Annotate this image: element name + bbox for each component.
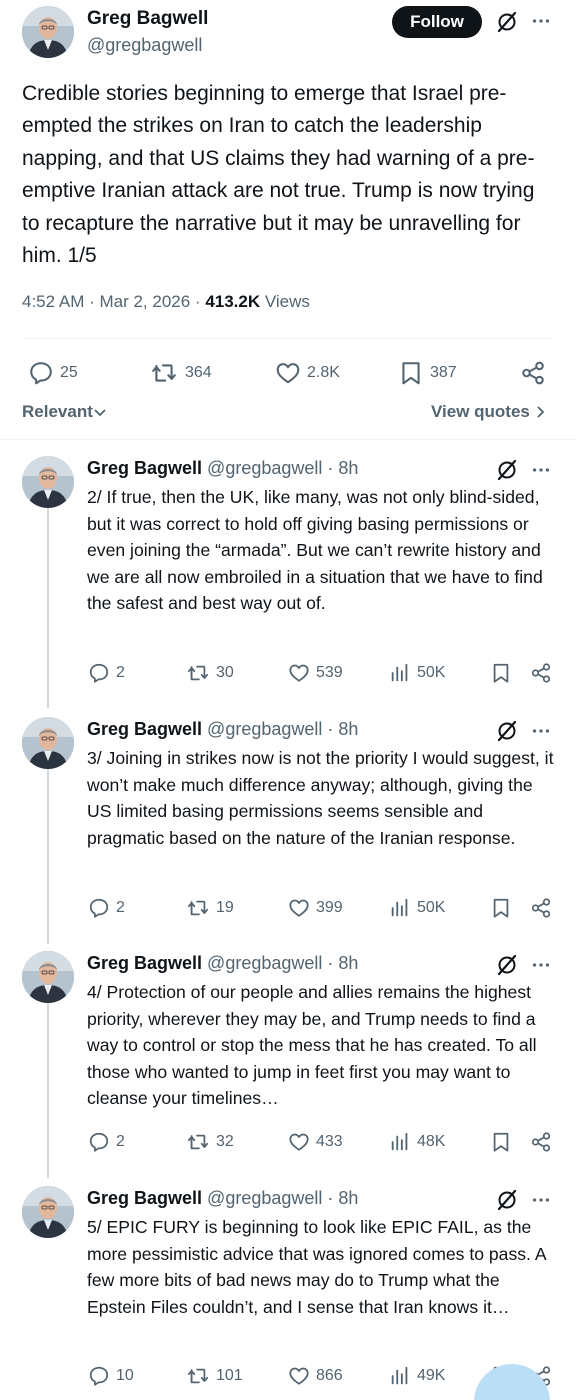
views-button[interactable]: 48K	[389, 1131, 445, 1153]
views-count: 413.2K	[205, 292, 261, 311]
main-tweet: Greg Bagwell @gregbagwell Follow Credibl…	[0, 0, 576, 440]
chevron-down-icon	[94, 409, 106, 417]
tweet-text: Credible stories beginning to emerge tha…	[22, 82, 535, 268]
share-button[interactable]	[530, 897, 558, 919]
reply-tweet: Greg Bagwell @gregbagwell · 8h 4/ Protec…	[0, 951, 576, 1171]
like-icon	[288, 1365, 310, 1387]
bookmark-icon	[490, 662, 512, 684]
repost-button[interactable]: 364	[149, 360, 212, 386]
reply-icon	[88, 1131, 110, 1153]
avatar[interactable]	[22, 1186, 74, 1238]
repost-button[interactable]: 30	[186, 662, 234, 684]
avatar[interactable]	[22, 717, 74, 769]
reply-header: Greg Bagwell @gregbagwell · 8h	[87, 1188, 359, 1208]
share-icon	[530, 662, 552, 684]
views-icon	[389, 1131, 411, 1153]
reply-tweet: Greg Bagwell @gregbagwell · 8h 5/ EPIC F…	[0, 1186, 576, 1400]
views-icon	[389, 1365, 411, 1387]
follow-button[interactable]: Follow	[392, 6, 482, 38]
more-icon[interactable]	[530, 459, 552, 486]
views-button[interactable]: 50K	[389, 897, 445, 919]
reply-button[interactable]: 10	[88, 1365, 134, 1387]
views-button[interactable]: 49K	[389, 1365, 445, 1387]
like-button[interactable]: 866	[288, 1365, 343, 1387]
chevron-right-icon	[537, 406, 545, 418]
bookmark-icon	[490, 897, 512, 919]
repost-button[interactable]: 19	[186, 897, 234, 919]
reply-text: 2/ If true, then the UK, like many, was …	[87, 487, 543, 614]
reply-icon	[88, 1365, 110, 1387]
repost-icon	[149, 360, 179, 386]
share-button[interactable]	[520, 360, 552, 386]
grok-icon[interactable]	[495, 719, 519, 748]
like-icon	[288, 1131, 310, 1153]
reply-actions: 2 32 433 48K	[0, 1131, 576, 1155]
repost-button[interactable]: 32	[186, 1131, 234, 1153]
more-icon[interactable]	[530, 954, 552, 981]
reply-header: Greg Bagwell @gregbagwell · 8h	[87, 953, 359, 973]
share-button[interactable]	[530, 1131, 558, 1153]
repost-icon	[186, 1131, 210, 1153]
reply-actions: 2 30 539 50K	[0, 662, 576, 686]
like-icon	[288, 662, 310, 684]
author-name[interactable]: Greg Bagwell	[87, 8, 208, 30]
like-icon	[288, 897, 310, 919]
bookmark-button[interactable]	[490, 1131, 518, 1153]
reply-header: Greg Bagwell @gregbagwell · 8h	[87, 719, 359, 739]
reply-text: 5/ EPIC FURY is beginning to look like E…	[87, 1217, 546, 1317]
grok-icon[interactable]	[495, 953, 519, 982]
grok-icon[interactable]	[495, 10, 519, 39]
like-button[interactable]: 2.8K	[275, 360, 340, 386]
bookmark-button[interactable]: 387	[398, 360, 457, 386]
share-icon	[530, 897, 552, 919]
like-button[interactable]: 433	[288, 1131, 343, 1153]
avatar[interactable]	[22, 6, 74, 58]
bookmark-icon	[490, 1131, 512, 1153]
view-quotes-link[interactable]: View quotes	[431, 402, 547, 422]
repost-icon	[186, 1365, 210, 1387]
share-button[interactable]	[530, 662, 558, 684]
reply-icon	[28, 360, 54, 386]
divider	[22, 338, 554, 339]
bookmark-button[interactable]	[490, 897, 518, 919]
reply-button[interactable]: 2	[88, 1131, 125, 1153]
more-icon[interactable]	[530, 720, 552, 747]
more-icon[interactable]	[530, 10, 552, 37]
tweet-meta: 4:52 AM · Mar 2, 2026 · 413.2K Views	[22, 292, 310, 312]
reply-icon	[88, 662, 110, 684]
sort-relevant[interactable]: Relevant	[22, 402, 107, 422]
views-button[interactable]: 50K	[389, 662, 445, 684]
reply-text: 3/ Joining in strikes now is not the pri…	[87, 748, 554, 848]
reply-actions: 2 19 399 50K	[0, 897, 576, 921]
reply-button[interactable]: 2	[88, 897, 125, 919]
reply-tweet: Greg Bagwell @gregbagwell · 8h 2/ If tru…	[0, 456, 576, 696]
like-icon	[275, 360, 301, 386]
more-icon[interactable]	[530, 1189, 552, 1216]
views-label: Views	[260, 292, 310, 311]
reply-button[interactable]: 2	[88, 662, 125, 684]
avatar[interactable]	[22, 456, 74, 508]
reply-header: Greg Bagwell @gregbagwell · 8h	[87, 458, 359, 478]
timestamp[interactable]: 4:52 AM · Mar 2, 2026 ·	[22, 292, 205, 311]
bookmark-button[interactable]	[490, 662, 518, 684]
avatar[interactable]	[22, 951, 74, 1003]
like-button[interactable]: 539	[288, 662, 343, 684]
repost-icon	[186, 662, 210, 684]
share-icon	[520, 360, 546, 386]
author-handle[interactable]: @gregbagwell	[87, 35, 202, 56]
like-button[interactable]: 399	[288, 897, 343, 919]
grok-icon[interactable]	[495, 458, 519, 487]
reply-text: 4/ Protection of our people and allies r…	[87, 982, 537, 1109]
repost-icon	[186, 897, 210, 919]
views-icon	[389, 662, 411, 684]
reply-button[interactable]: 25	[28, 360, 78, 386]
bookmark-icon	[398, 360, 424, 386]
repost-button[interactable]: 101	[186, 1365, 243, 1387]
grok-icon[interactable]	[495, 1188, 519, 1217]
share-icon	[530, 1131, 552, 1153]
reply-tweet: Greg Bagwell @gregbagwell · 8h 3/ Joinin…	[0, 717, 576, 937]
views-icon	[389, 897, 411, 919]
reply-icon	[88, 897, 110, 919]
